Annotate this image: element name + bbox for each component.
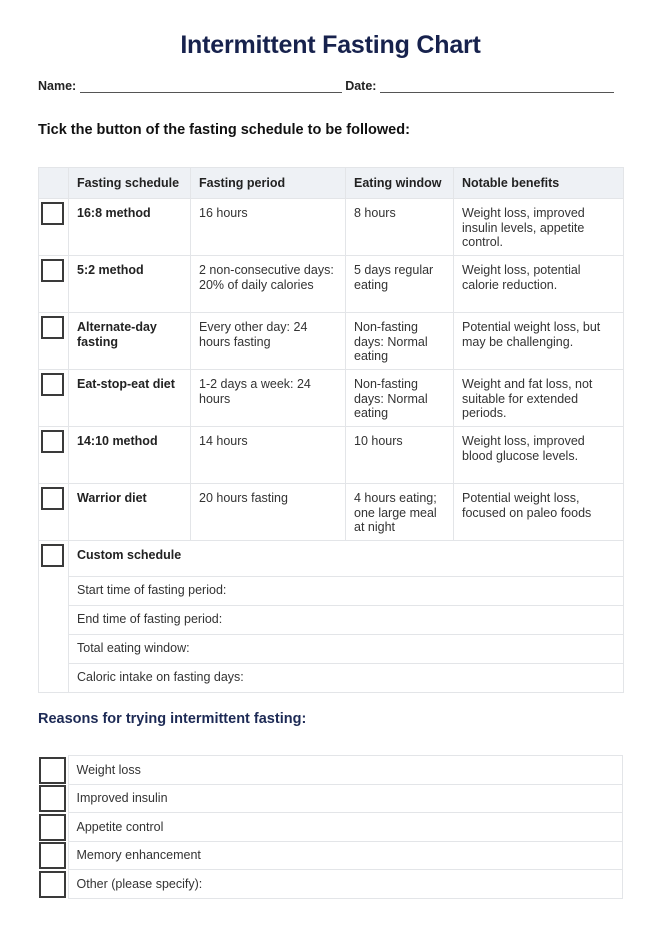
table-row: 16:8 method 16 hours 8 hours Weight loss… [38, 198, 624, 256]
header-eating-window: Eating window [345, 167, 454, 199]
reason-label: Improved insulin [67, 783, 623, 813]
date-field[interactable] [379, 80, 614, 93]
schedule-name: Warrior diet [68, 483, 191, 541]
custom-field-start-time[interactable]: Start time of fasting period: [68, 576, 624, 606]
schedule-checkbox-custom[interactable] [41, 544, 64, 567]
notable-benefits: Weight loss, potential calorie reduction… [453, 255, 624, 313]
list-item: Appetite control [38, 812, 623, 842]
notable-benefits: Potential weight loss, but may be challe… [453, 312, 624, 370]
header-fasting-period: Fasting period [190, 167, 346, 199]
reason-label[interactable]: Other (please specify): [67, 869, 623, 899]
list-item: Other (please specify): [38, 869, 623, 899]
header-fasting-schedule: Fasting schedule [68, 167, 191, 199]
reasons-list: Weight loss Improved insulin Appetite co… [38, 755, 623, 899]
notable-benefits: Potential weight loss, focused on paleo … [453, 483, 624, 541]
custom-field-row: End time of fasting period: [39, 605, 624, 635]
name-field[interactable] [79, 80, 342, 93]
table-header-row: Fasting schedule Fasting period Eating w… [38, 167, 624, 199]
table-row: Warrior diet 20 hours fasting 4 hours ea… [38, 483, 624, 541]
reason-checkbox-other[interactable] [39, 870, 66, 898]
schedule-checkbox-5-2[interactable] [41, 259, 64, 282]
name-date-line: Name: Date: [38, 79, 614, 93]
fasting-period: 20 hours fasting [190, 483, 346, 541]
fasting-period: Every other day: 24 hours fasting [190, 312, 346, 370]
custom-field-row: Total eating window: [39, 634, 624, 664]
reasons-section-title: Reasons for trying intermittent fasting: [38, 711, 307, 727]
reason-checkbox-weight-loss[interactable] [39, 756, 66, 784]
eating-window: Non-fasting days: Normal eating [345, 369, 454, 427]
schedule-checkbox-eat-stop-eat[interactable] [41, 373, 64, 396]
custom-field-end-time[interactable]: End time of fasting period: [68, 605, 624, 635]
header-checkbox-col [38, 167, 69, 199]
reason-label: Appetite control [67, 812, 623, 842]
schedule-name: 14:10 method [68, 426, 191, 484]
custom-schedule-row: Custom schedule [38, 540, 624, 693]
fasting-schedule-table: Fasting schedule Fasting period Eating w… [38, 167, 624, 693]
custom-field-row: Caloric intake on fasting days: [39, 663, 624, 693]
eating-window: Non-fasting days: Normal eating [345, 312, 454, 370]
eating-window: 5 days regular eating [345, 255, 454, 313]
custom-schedule-label: Custom schedule [68, 540, 624, 577]
schedule-checkbox-alternate-day[interactable] [41, 316, 64, 339]
date-label: Date: [345, 79, 377, 93]
eating-window: 8 hours [345, 198, 454, 256]
list-item: Memory enhancement [38, 840, 623, 870]
schedule-checkbox-16-8[interactable] [41, 202, 64, 225]
eating-window: 10 hours [345, 426, 454, 484]
table-row: Eat-stop-eat diet 1-2 days a week: 24 ho… [38, 369, 624, 427]
list-item: Improved insulin [38, 783, 623, 813]
reason-label: Memory enhancement [67, 840, 623, 870]
page-title: Intermittent Fasting Chart [180, 31, 481, 59]
eating-window: 4 hours eating; one large meal at night [345, 483, 454, 541]
schedule-name: 5:2 method [68, 255, 191, 313]
table-row: Alternate-day fasting Every other day: 2… [38, 312, 624, 370]
header-notable-benefits: Notable benefits [453, 167, 624, 199]
notable-benefits: Weight loss, improved blood glucose leve… [453, 426, 624, 484]
custom-field-row: Start time of fasting period: [39, 576, 624, 606]
schedule-name: Eat-stop-eat diet [68, 369, 191, 427]
schedule-instruction: Tick the button of the fasting schedule … [38, 122, 410, 138]
reason-checkbox-appetite-control[interactable] [39, 813, 66, 841]
notable-benefits: Weight loss, improved insulin levels, ap… [453, 198, 624, 256]
schedule-name: Alternate-day fasting [68, 312, 191, 370]
custom-field-caloric-intake[interactable]: Caloric intake on fasting days: [68, 663, 624, 693]
fasting-period: 2 non-consecutive days: 20% of daily cal… [190, 255, 346, 313]
name-label: Name: [38, 79, 77, 93]
table-row: 14:10 method 14 hours 10 hours Weight lo… [38, 426, 624, 484]
reason-label: Weight loss [67, 755, 623, 785]
reason-checkbox-improved-insulin[interactable] [39, 785, 66, 812]
list-item: Weight loss [38, 755, 623, 785]
notable-benefits: Weight and fat loss, not suitable for ex… [453, 369, 624, 427]
table-row: 5:2 method 2 non-consecutive days: 20% o… [38, 255, 624, 313]
schedule-name: 16:8 method [68, 198, 191, 256]
custom-field-eating-window[interactable]: Total eating window: [68, 634, 624, 664]
fasting-period: 1-2 days a week: 24 hours [190, 369, 346, 427]
schedule-checkbox-warrior[interactable] [41, 487, 64, 510]
fasting-period: 14 hours [190, 426, 346, 484]
fasting-period: 16 hours [190, 198, 346, 256]
reason-checkbox-memory-enhancement[interactable] [39, 842, 66, 869]
schedule-checkbox-14-10[interactable] [41, 430, 64, 453]
